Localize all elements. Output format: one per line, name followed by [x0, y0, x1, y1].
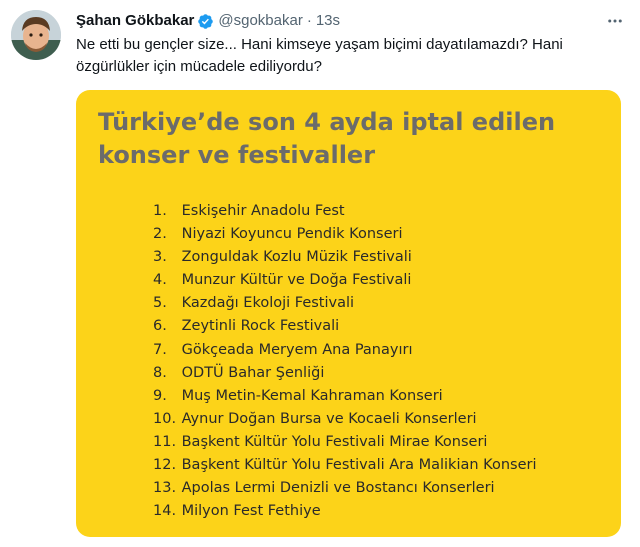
- list-item-number: 5.: [153, 295, 167, 312]
- list-item: 6. Zeytinli Rock Festivali: [153, 315, 536, 338]
- list-item-label: Apolas Lermi Denizli ve Bostancı Konserl…: [181, 480, 495, 497]
- tweet-image-card[interactable]: Türkiye’de son 4 ayda iptal edilen konse…: [76, 90, 621, 537]
- list-item-number: 9.: [153, 387, 167, 404]
- list-item-label: Aynur Doğan Bursa ve Kocaeli Konserleri: [181, 410, 477, 427]
- list-item: 7. Gökçeada Meryem Ana Panayırı: [153, 339, 536, 362]
- list-item-label: Zeytinli Rock Festivali: [181, 318, 340, 335]
- list-item-number: 7.: [153, 341, 167, 358]
- list-item: 12. Başkent Kültür Yolu Festivali Ara Ma…: [153, 454, 536, 477]
- tweet-text: Ne etti bu gençler size... Hani kimseye …: [76, 36, 563, 75]
- author-name[interactable]: Şahan Gökbakar: [76, 11, 194, 31]
- list-item-label: Niyazi Koyuncu Pendik Konseri: [181, 226, 403, 243]
- list-item-number: 13.: [153, 480, 177, 497]
- list-item-label: Zonguldak Kozlu Müzik Festivali: [181, 249, 412, 266]
- verified-badge-icon: [197, 13, 214, 30]
- list-item-number: 14.: [153, 503, 177, 520]
- list-item: 3. Zonguldak Kozlu Müzik Festivali: [153, 246, 536, 269]
- avatar-image: [11, 10, 61, 60]
- list-item: 8. ODTÜ Bahar Şenliği: [153, 362, 536, 385]
- tweet-timestamp[interactable]: 13s: [316, 11, 340, 31]
- list-item-number: 4.: [153, 272, 167, 289]
- tweet-header: Şahan Gökbakar @sgokbakar · 13s: [76, 10, 626, 32]
- more-options-icon[interactable]: [604, 10, 626, 32]
- card-title: Türkiye’de son 4 ayda iptal edilen konse…: [98, 108, 556, 169]
- list-item: 9. Muş Metin-Kemal Kahraman Konseri: [153, 385, 536, 408]
- list-item: 4. Munzur Kültür ve Doğa Festivali: [153, 269, 536, 292]
- list-item: 10. Aynur Doğan Bursa ve Kocaeli Konserl…: [153, 408, 536, 431]
- list-item-number: 8.: [153, 364, 167, 381]
- list-item: 11. Başkent Kültür Yolu Festivali Mirae …: [153, 431, 536, 454]
- author-handle[interactable]: @sgokbakar: [218, 11, 302, 31]
- list-item: 2. Niyazi Koyuncu Pendik Konseri: [153, 223, 536, 246]
- list-item-number: 1.: [153, 203, 167, 219]
- list-item-label: Başkent Kültür Yolu Festivali Mirae Kons…: [181, 433, 488, 450]
- list-item: 13. Apolas Lermi Denizli ve Bostancı Kon…: [153, 477, 536, 500]
- list-item-label: ODTÜ Bahar Şenliği: [181, 364, 325, 381]
- list-item-label: Gökçeada Meryem Ana Panayırı: [181, 341, 413, 358]
- list-item-number: 11.: [153, 433, 177, 450]
- list-item-number: 2.: [153, 226, 167, 243]
- list-item-number: 6.: [153, 318, 167, 335]
- list-item-number: 10.: [153, 410, 177, 427]
- list-item-label: Munzur Kültür ve Doğa Festivali: [181, 272, 412, 289]
- list-item-label: Başkent Kültür Yolu Festivali Ara Maliki…: [181, 457, 537, 474]
- list-item-number: 12.: [153, 457, 177, 474]
- list-item-label: Muş Metin-Kemal Kahraman Konseri: [181, 387, 443, 404]
- list-item-number: 3.: [153, 249, 167, 266]
- list-item-label: Kazdağı Ekoloji Festivali: [181, 295, 355, 312]
- list-item-label: Eskişehir Anadolu Fest: [181, 203, 345, 219]
- list-item: 5. Kazdağı Ekoloji Festivali: [153, 292, 536, 315]
- list-item-label: Milyon Fest Fethiye: [181, 503, 321, 520]
- avatar[interactable]: [11, 10, 61, 60]
- list-item: 14. Milyon Fest Fethiye: [153, 500, 536, 523]
- separator-dot: ·: [306, 12, 312, 29]
- list-item: 1. Eskişehir Anadolu Fest: [153, 200, 536, 223]
- festival-list: 1. Eskişehir Anadolu Fest 2. Niyazi Koyu…: [153, 200, 536, 523]
